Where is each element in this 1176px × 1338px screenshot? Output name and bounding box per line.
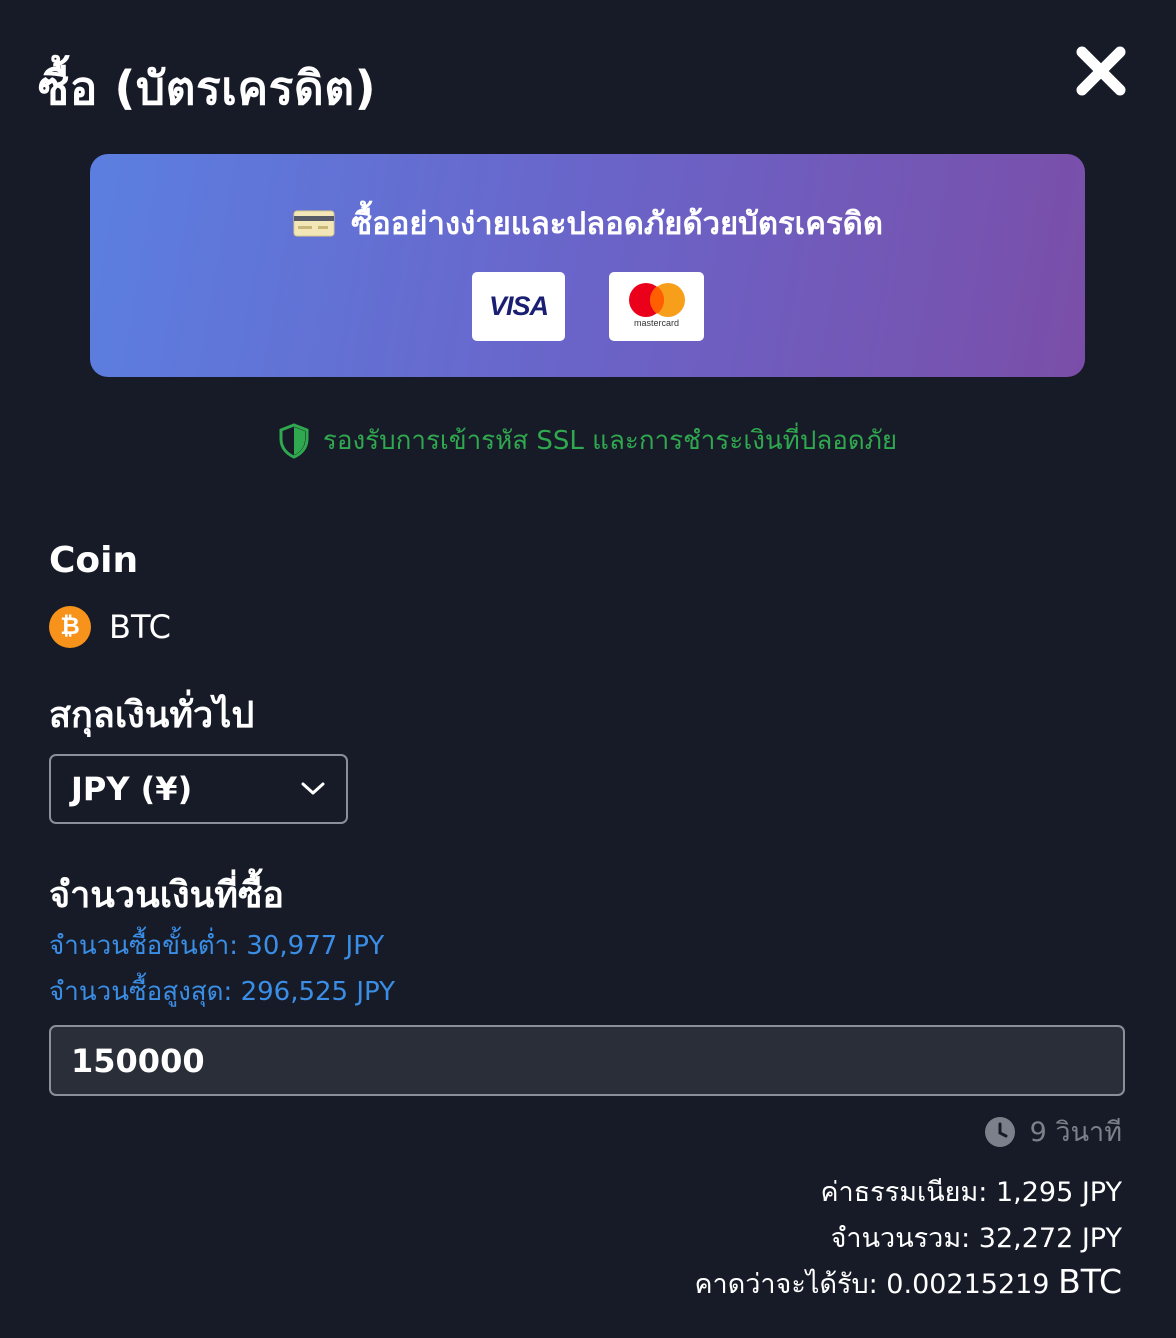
coin-symbol: BTC — [109, 608, 171, 646]
page-title: ซื้อ (บัตรเครดิต) — [38, 61, 377, 115]
mastercard-circles-icon — [628, 283, 685, 317]
max-amount-text: จำนวนซื้อสูงสุด: 296,525 JPY — [49, 977, 396, 1007]
close-button[interactable] — [1074, 44, 1128, 98]
credit-card-icon — [293, 210, 335, 237]
credit-card-banner — [90, 154, 1085, 377]
clock-icon — [984, 1116, 1015, 1147]
ssl-notice: รองรับการเข้ารหัส SSL และการชำระเงินที่ป… — [0, 420, 1176, 461]
timer-text: 9 วินาที — [1029, 1117, 1122, 1148]
amount-input-value: 150000 — [71, 1041, 205, 1080]
mastercard-logo: mastercard — [609, 272, 704, 341]
banner-headline-row: ซื้ออย่างง่ายและปลอดภัยด้วยบัตรเครดิต — [0, 198, 1176, 248]
visa-text: VISA — [488, 291, 549, 321]
amount-input[interactable]: 150000 — [49, 1025, 1125, 1096]
coin-row: ₿ BTC — [49, 606, 171, 648]
coin-label: Coin — [49, 540, 139, 581]
expected-unit: BTC — [1058, 1262, 1122, 1301]
chevron-down-icon — [301, 782, 325, 795]
ssl-text: รองรับการเข้ารหัส SSL และการชำระเงินที่ป… — [322, 426, 898, 456]
shield-icon — [279, 422, 309, 459]
total-text: จำนวนรวม: 32,272 JPY — [830, 1223, 1122, 1254]
min-amount-text: จำนวนซื้อขั้นต่ำ: 30,977 JPY — [49, 931, 385, 961]
close-icon[interactable] — [1074, 44, 1128, 98]
visa-logo: VISA — [472, 272, 565, 341]
fee-text: ค่าธรรมเนียม: 1,295 JPY — [820, 1177, 1122, 1208]
expected-receive: คาดว่าจะได้รับ: 0.00215219 BTC — [694, 1262, 1122, 1305]
currency-select[interactable]: JPY (¥) — [49, 754, 348, 824]
currency-label: สกุลเงินทั่วไป — [49, 695, 255, 736]
bitcoin-icon: ₿ — [49, 606, 91, 648]
mastercard-label: mastercard — [633, 318, 679, 328]
amount-label: จำนวนเงินที่ซื้อ — [49, 875, 285, 916]
currency-selected-value: JPY (¥) — [71, 770, 193, 808]
quote-timer: 9 วินาที — [984, 1110, 1122, 1153]
banner-headline: ซื้ออย่างง่ายและปลอดภัยด้วยบัตรเครดิต — [351, 206, 883, 242]
expected-receive-text: คาดว่าจะได้รับ: 0.00215219 — [694, 1269, 1050, 1300]
